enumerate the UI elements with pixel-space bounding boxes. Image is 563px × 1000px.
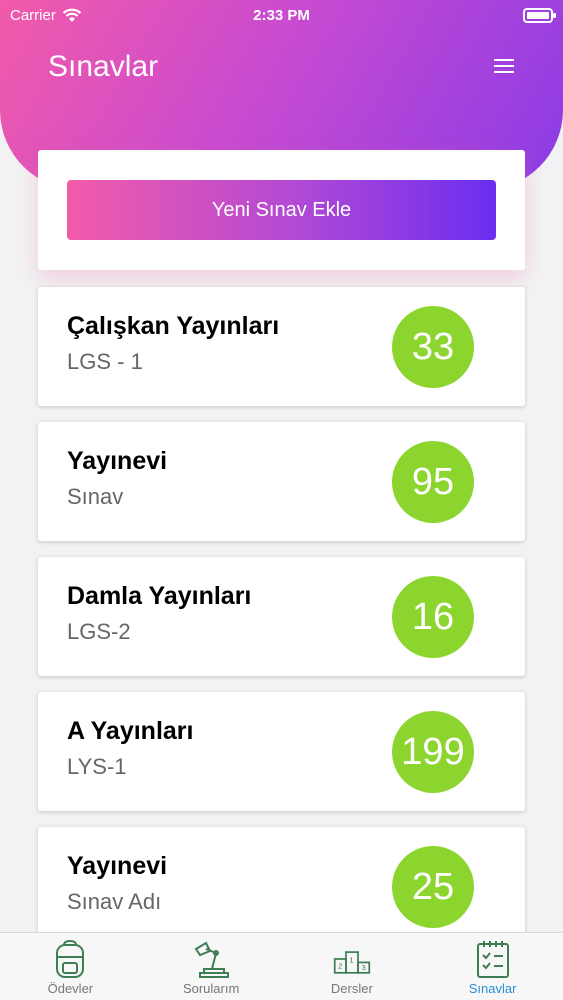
desk-lamp-icon bbox=[194, 941, 230, 978]
exam-publisher: A Yayınları bbox=[67, 717, 194, 745]
exam-card[interactable]: Yayınevi Sınav Adı 25 bbox=[38, 827, 525, 946]
page-title: Sınavlar bbox=[48, 50, 159, 83]
svg-text:3: 3 bbox=[361, 963, 365, 972]
svg-text:2: 2 bbox=[338, 962, 342, 971]
tab-bar: Ödevler Sorularım 1 2 3 Dersler Sınavlar bbox=[0, 932, 563, 1000]
exam-score-badge: 16 bbox=[392, 576, 474, 658]
exam-score-badge: 25 bbox=[392, 846, 474, 928]
carrier-label: Carrier bbox=[10, 6, 56, 24]
battery-icon bbox=[523, 7, 556, 23]
status-bar: Carrier 2:33 PM bbox=[0, 0, 563, 30]
exam-name: Sınav Adı bbox=[67, 889, 162, 914]
podium-icon: 1 2 3 bbox=[333, 951, 371, 974]
backpack-icon bbox=[56, 939, 85, 978]
menu-icon-line bbox=[494, 65, 514, 67]
tab-dersler[interactable]: 1 2 3 Dersler bbox=[282, 933, 423, 1000]
exam-score-badge: 199 bbox=[392, 711, 474, 793]
exam-score-badge: 33 bbox=[392, 306, 474, 388]
exam-publisher: Yayınevi bbox=[67, 447, 168, 475]
exam-score-badge: 95 bbox=[392, 441, 474, 523]
wifi-icon bbox=[62, 8, 82, 22]
svg-text:1: 1 bbox=[349, 955, 353, 964]
tab-odevler[interactable]: Ödevler bbox=[0, 933, 141, 1000]
exam-card[interactable]: A Yayınları LYS-1 199 bbox=[38, 692, 525, 811]
checklist-icon bbox=[476, 941, 509, 978]
add-exam-button[interactable]: Yeni Sınav Ekle bbox=[67, 180, 496, 240]
exam-name: LYS-1 bbox=[67, 754, 127, 779]
exam-name: Sınav bbox=[67, 484, 124, 509]
status-time: 2:33 PM bbox=[253, 6, 310, 24]
tab-sorularim[interactable]: Sorularım bbox=[141, 933, 282, 1000]
exam-publisher: Yayınevi bbox=[67, 852, 168, 880]
add-exam-card: Yeni Sınav Ekle bbox=[38, 150, 525, 270]
tab-sinavlar[interactable]: Sınavlar bbox=[422, 933, 563, 1000]
exam-card[interactable]: Damla Yayınları LGS-2 16 bbox=[38, 557, 525, 676]
tab-label: Dersler bbox=[330, 981, 373, 996]
tab-label: Ödevler bbox=[47, 981, 94, 996]
exam-card[interactable]: Çalışkan Yayınları LGS - 1 33 bbox=[38, 287, 525, 406]
menu-button[interactable] bbox=[490, 55, 518, 77]
exam-card[interactable]: Yayınevi Sınav 95 bbox=[38, 422, 525, 541]
exam-publisher: Damla Yayınları bbox=[67, 582, 252, 610]
exam-publisher: Çalışkan Yayınları bbox=[67, 312, 280, 340]
exam-name: LGS - 1 bbox=[67, 349, 143, 374]
tab-label: Sınavlar bbox=[468, 981, 517, 996]
tab-label: Sorularım bbox=[182, 981, 240, 996]
exam-name: LGS-2 bbox=[67, 619, 131, 644]
menu-icon-line bbox=[494, 71, 514, 73]
exam-list: Çalışkan Yayınları LGS - 1 33 Yayınevi S… bbox=[38, 287, 525, 962]
menu-icon bbox=[494, 59, 514, 61]
